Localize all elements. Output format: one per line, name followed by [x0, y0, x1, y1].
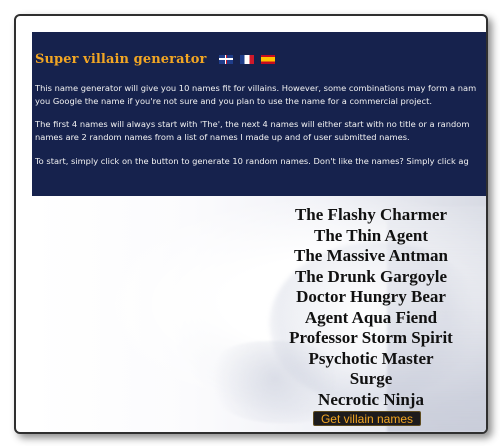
page-title: Super villain generator [35, 51, 207, 67]
rules-line-1: The first 4 names will always start with… [35, 119, 470, 129]
generated-name: Necrotic Ninja [318, 389, 424, 409]
generated-name: Surge [349, 369, 393, 388]
generated-name: The Drunk Gargoyle [294, 266, 448, 286]
intro-line-2: you Google the name if you're not sure a… [35, 96, 432, 106]
rules-paragraph: The first 4 names will always start with… [35, 118, 486, 144]
intro-line-1: This name generator will give you 10 nam… [35, 83, 477, 93]
language-flags [219, 54, 276, 64]
generator-window: Super villain generator This name genera… [14, 14, 488, 434]
united-kingdom-flag-icon[interactable] [219, 54, 234, 64]
rules-line-2: names are 2 random names from a list of … [35, 132, 410, 142]
title-row: Super villain generator [35, 50, 276, 68]
generated-name: The Thin Agent [313, 225, 428, 245]
info-panel: Super villain generator This name genera… [32, 32, 486, 196]
instructions-line: To start, simply click on the button to … [35, 156, 469, 166]
spain-flag-icon[interactable] [261, 54, 276, 64]
generated-name: Psychotic Master [308, 348, 434, 368]
france-flag-icon[interactable] [240, 54, 255, 64]
get-villain-names-button[interactable]: Get villain names [313, 411, 421, 426]
villain-name-generator: The Flashy Charmer The Thin Agent The Ma… [32, 196, 486, 432]
generated-name: Agent Aqua Fiend [304, 307, 438, 327]
generated-name: Doctor Hungry Bear [296, 287, 446, 306]
generated-name: The Flashy Charmer [294, 205, 448, 224]
generated-name: The Massive Antman [294, 246, 448, 265]
generated-name-list: The Flashy Charmer The Thin Agent The Ma… [252, 205, 486, 410]
instructions-paragraph: To start, simply click on the button to … [35, 155, 486, 168]
intro-paragraph: This name generator will give you 10 nam… [35, 82, 486, 108]
generated-name: Professor Storm Spirit [289, 328, 453, 347]
